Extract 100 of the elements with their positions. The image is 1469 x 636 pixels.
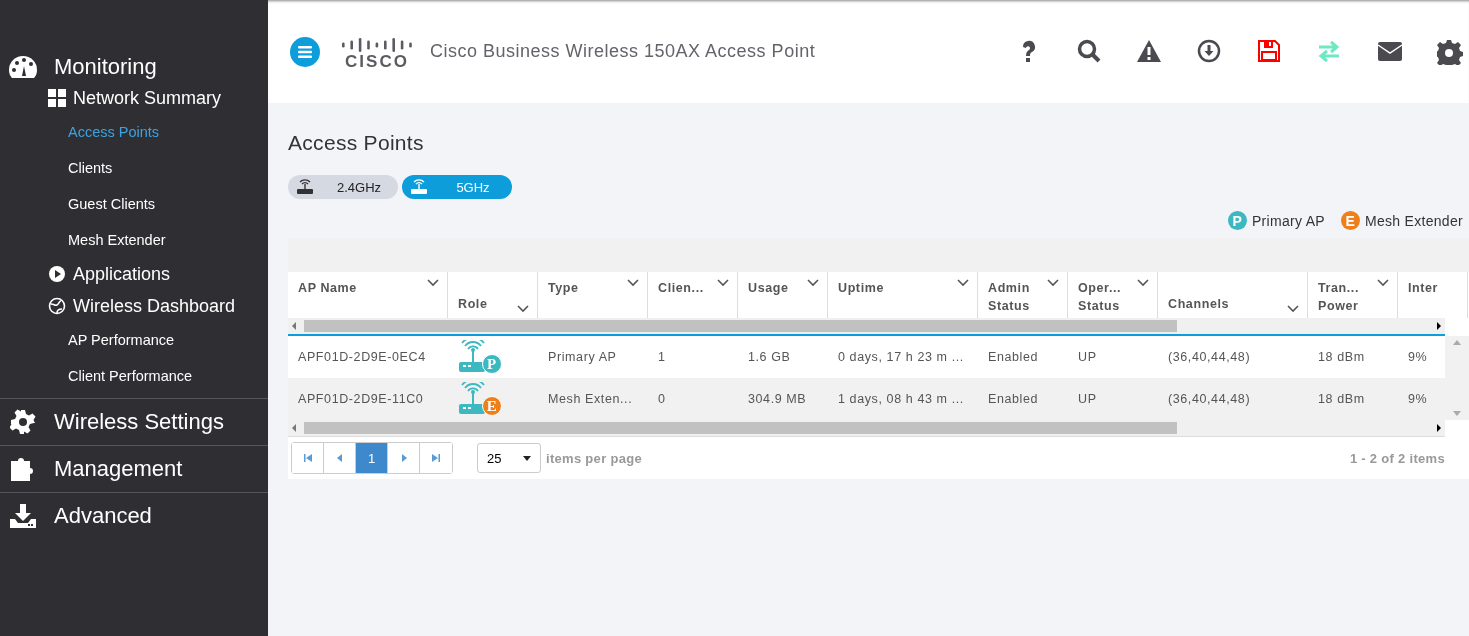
- nav-group-label: Applications: [73, 263, 171, 285]
- search-icon: [1077, 38, 1103, 65]
- chevron-down-icon[interactable]: [1377, 279, 1389, 287]
- nav-item[interactable]: Mesh Extender: [0, 222, 268, 258]
- legend-label: Primary AP: [1251, 212, 1325, 229]
- table-cell-text: UP: [1077, 350, 1098, 364]
- nav-section-label: Monitoring: [54, 54, 157, 80]
- nav-item[interactable]: AP Performance: [0, 322, 268, 358]
- table-cell-text: Enabled: [987, 392, 1040, 406]
- menu-button[interactable]: [290, 36, 320, 67]
- nav-group[interactable]: Network Summary: [0, 82, 268, 114]
- column-label: Clien...: [658, 280, 704, 297]
- role-badge: E: [1340, 211, 1360, 230]
- column-label: Uptime: [838, 280, 884, 297]
- chevron-down-icon[interactable]: [807, 279, 819, 287]
- caret-down-icon: [523, 455, 531, 461]
- table-cell-text: Primary AP: [547, 350, 618, 364]
- column-label: Type: [548, 280, 579, 297]
- gauge-icon: [8, 54, 38, 80]
- first-page-icon: [302, 453, 313, 463]
- table-cell-text: APF01D-2D9E-0EC4: [297, 350, 427, 364]
- table-cell-text: 1 days, 08 h 43 m ...: [837, 392, 965, 406]
- band-tab[interactable]: 2.4GHz: [288, 175, 398, 199]
- app-title: Cisco Business Wireless 150AX Access Point: [430, 41, 817, 62]
- chevron-down-icon[interactable]: [427, 279, 439, 287]
- table-cell-text: 304.9 MB: [747, 392, 808, 406]
- table-cell-text: UP: [1077, 392, 1098, 406]
- table-cell-text: Mesh Exten...: [547, 392, 634, 406]
- table-cell-text: 9%: [1407, 350, 1429, 364]
- router-icon: [458, 382, 488, 416]
- router-icon: [410, 179, 428, 195]
- download-tray-icon: [9, 503, 37, 529]
- chevron-down-icon[interactable]: [627, 279, 639, 287]
- download-icon: [1197, 38, 1223, 65]
- table-cell-text: Enabled: [987, 350, 1040, 364]
- router-icon: [296, 179, 314, 195]
- toolbar-button[interactable]: [1077, 38, 1103, 65]
- settings-icon: [1437, 38, 1463, 65]
- pager-button[interactable]: [292, 443, 324, 473]
- page-title: Access Points: [288, 131, 425, 155]
- nav-item[interactable]: Client Performance: [0, 358, 268, 394]
- save-icon: [1257, 38, 1283, 65]
- toolbar-button[interactable]: [1437, 38, 1463, 65]
- page-size-label: items per page: [546, 450, 643, 466]
- table-cell-text: 0: [657, 392, 667, 406]
- table-cell-text: 1: [657, 350, 667, 364]
- pager-summary: 1 - 2 of 2 items: [1349, 450, 1445, 466]
- logo-text: CISCO: [345, 53, 409, 70]
- nav-item[interactable]: Access Points: [0, 114, 268, 150]
- page-size-select[interactable]: 25: [477, 443, 541, 473]
- column-label: Usage: [748, 280, 789, 297]
- warning-icon: [1137, 38, 1163, 65]
- column-label: Role: [458, 296, 488, 313]
- chevron-down-icon[interactable]: [1137, 279, 1149, 287]
- horizontal-scrollbar[interactable]: [288, 318, 1445, 336]
- role-badge: P: [1227, 211, 1247, 230]
- nav-group[interactable]: Wireless Dashboard: [0, 290, 268, 322]
- nav-section[interactable]: Wireless Settings: [0, 399, 268, 445]
- vertical-scrollbar[interactable]: [1445, 336, 1469, 420]
- toolbar-button[interactable]: [1197, 38, 1223, 65]
- gear-icon: [10, 409, 36, 435]
- chevron-down-icon[interactable]: [1047, 279, 1059, 287]
- nav-section-label: Wireless Settings: [54, 409, 224, 435]
- nav-item[interactable]: Clients: [0, 150, 268, 186]
- chevron-down-icon[interactable]: [517, 305, 529, 313]
- table-cell-text: 9%: [1407, 392, 1429, 406]
- nav-section-label: Management: [54, 456, 183, 482]
- column-label: Channels: [1168, 296, 1230, 313]
- table-cell-text: (36,40,44,48): [1167, 392, 1252, 406]
- table-cell-text: 1.6 GB: [747, 350, 792, 364]
- column-label: AP Name: [298, 280, 357, 297]
- table-cell-text: APF01D-2D9E-11C0: [297, 392, 425, 406]
- chevron-down-icon[interactable]: [717, 279, 729, 287]
- nav-group-label: Wireless Dashboard: [73, 295, 236, 317]
- table-cell-text: (36,40,44,48): [1167, 350, 1252, 364]
- column-label: Oper... Status: [1078, 280, 1123, 315]
- nav-group-label: Network Summary: [73, 87, 222, 109]
- globe-icon: [48, 297, 66, 315]
- menu-icon[interactable]: [298, 45, 312, 58]
- last-page-icon: [431, 453, 441, 463]
- grid-icon: [48, 89, 66, 107]
- toolbar-button[interactable]: [1137, 38, 1163, 65]
- toolbar-button[interactable]: [1257, 38, 1283, 65]
- nav-group[interactable]: Applications: [0, 258, 268, 290]
- legend-label: Mesh Extender: [1364, 212, 1463, 229]
- nav-item[interactable]: Guest Clients: [0, 186, 268, 222]
- nav-section-label: Advanced: [54, 503, 152, 529]
- nav-section[interactable]: Monitoring: [0, 52, 268, 82]
- nav-section[interactable]: Management: [0, 446, 268, 492]
- column-label: Inter: [1408, 280, 1439, 297]
- page-number[interactable]: 1: [356, 443, 388, 473]
- table-cell-text: 18 dBm: [1317, 350, 1366, 364]
- table-cell-text: 18 dBm: [1317, 392, 1366, 406]
- play-circle-icon: [48, 265, 66, 283]
- chevron-down-icon[interactable]: [1287, 305, 1299, 313]
- column-label: Tran... Power: [1318, 280, 1361, 315]
- chevron-down-icon[interactable]: [957, 279, 969, 287]
- nav-section[interactable]: Advanced: [0, 493, 268, 539]
- router-icon: [458, 340, 488, 374]
- column-label: Admin Status: [988, 280, 1031, 315]
